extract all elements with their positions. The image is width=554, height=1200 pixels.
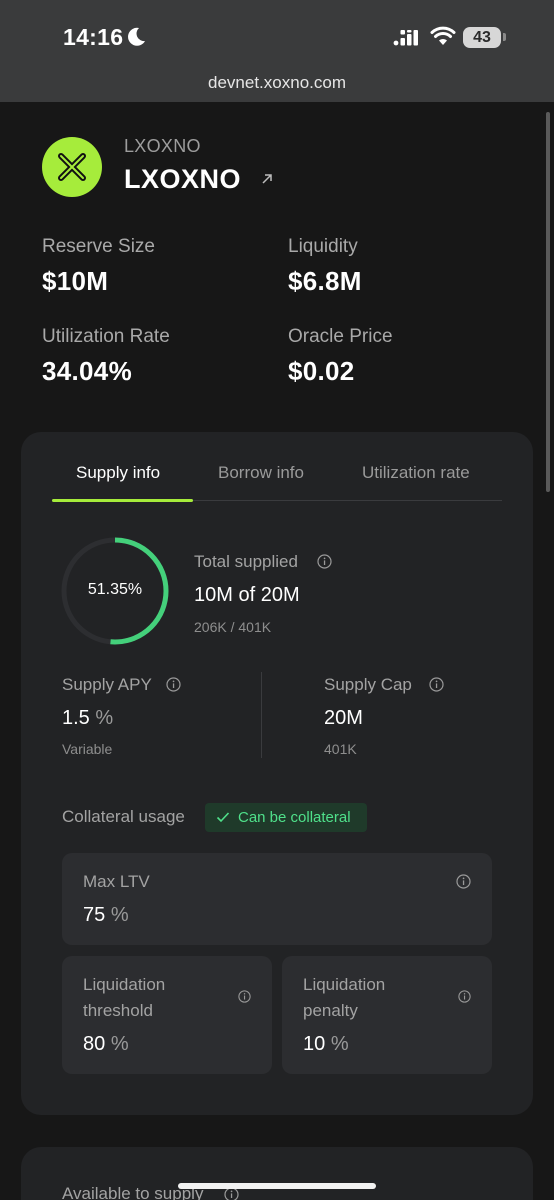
cellular-signal-icon [393, 30, 418, 46]
tab-supply-info[interactable]: Supply info [76, 463, 160, 483]
collateral-status-badge: Can be collateral [205, 803, 367, 832]
oracle-price-value: $0.02 [288, 356, 355, 386]
supply-apy-number: 1.5 [62, 707, 90, 729]
liquidity-label: Liquidity [288, 236, 358, 257]
tab-borrow-info[interactable]: Borrow info [218, 463, 304, 483]
total-supplied-value: 10M of 20M [194, 584, 300, 606]
oracle-price-label: Oracle Price [288, 326, 393, 347]
battery-level: 43 [473, 29, 491, 46]
total-supplied-sub: 206K / 401K [194, 619, 272, 635]
liquidation-penalty-label-1: Liquidation [303, 975, 386, 994]
liquidation-penalty-label-2: penalty [303, 1001, 358, 1020]
home-indicator[interactable] [178, 1183, 376, 1189]
liquidation-threshold-value: 80 % [83, 1033, 129, 1056]
utilization-rate-label: Utilization Rate [42, 326, 170, 347]
check-icon [216, 812, 230, 823]
asset-symbol-small: LXOXNO [124, 136, 201, 156]
battery-tip [503, 33, 506, 41]
supply-apy-sub: Variable [62, 741, 113, 757]
supply-cap-label: Supply Cap [324, 675, 412, 694]
liquidation-penalty-value: 10 % [303, 1033, 349, 1056]
info-icon[interactable] [429, 677, 444, 692]
utilization-rate-value: 34.04% [42, 356, 132, 386]
supply-apy-label: Supply APY [62, 675, 152, 694]
info-icon[interactable] [317, 554, 332, 569]
active-tab-indicator [52, 499, 193, 502]
asset-symbol[interactable]: LXOXNO [124, 164, 241, 195]
info-icon[interactable] [456, 874, 471, 889]
liquidation-penalty-unit: % [330, 1033, 349, 1055]
max-ltv-value: 75 % [83, 904, 129, 927]
xoxno-logo-icon [42, 137, 102, 197]
reserve-size-value: $10M [42, 266, 109, 296]
stats-divider [261, 672, 262, 758]
moon-icon [128, 27, 145, 46]
url-bar[interactable]: devnet.xoxno.com [0, 73, 554, 93]
tab-utilization-rate[interactable]: Utilization rate [362, 463, 470, 483]
info-icon[interactable] [166, 677, 181, 692]
scrollbar[interactable] [546, 112, 550, 492]
liquidation-threshold-label-2: threshold [83, 1001, 153, 1020]
reserve-size-label: Reserve Size [42, 236, 155, 257]
supply-percent: 51.35% [87, 581, 143, 598]
liquidity-value: $6.8M [288, 266, 362, 296]
external-link-icon[interactable] [260, 172, 274, 186]
max-ltv-box [62, 853, 492, 945]
collateral-badge-text: Can be collateral [238, 809, 351, 826]
liquidation-threshold-label-1: Liquidation [83, 975, 166, 994]
battery-icon: 43 [463, 27, 501, 48]
total-supplied-label: Total supplied [194, 552, 298, 571]
supply-apy-value: 1.5 % [62, 707, 113, 730]
supply-cap-value: 20M [324, 707, 363, 729]
wifi-icon [430, 26, 456, 45]
collateral-usage-label: Collateral usage [62, 807, 185, 826]
liquidation-penalty-number: 10 [303, 1033, 326, 1055]
max-ltv-label: Max LTV [83, 872, 150, 891]
status-time: 14:16 [63, 24, 124, 50]
info-icon[interactable] [238, 990, 251, 1003]
liquidation-threshold-unit: % [110, 1033, 129, 1055]
status-bar: 14:16 43 devnet.xoxno.com [0, 0, 554, 102]
info-icon[interactable] [458, 990, 471, 1003]
max-ltv-number: 75 [83, 904, 106, 926]
liquidation-threshold-number: 80 [83, 1033, 106, 1055]
supply-cap-sub: 401K [324, 741, 357, 757]
max-ltv-unit: % [110, 904, 129, 926]
supply-apy-unit: % [95, 707, 114, 729]
